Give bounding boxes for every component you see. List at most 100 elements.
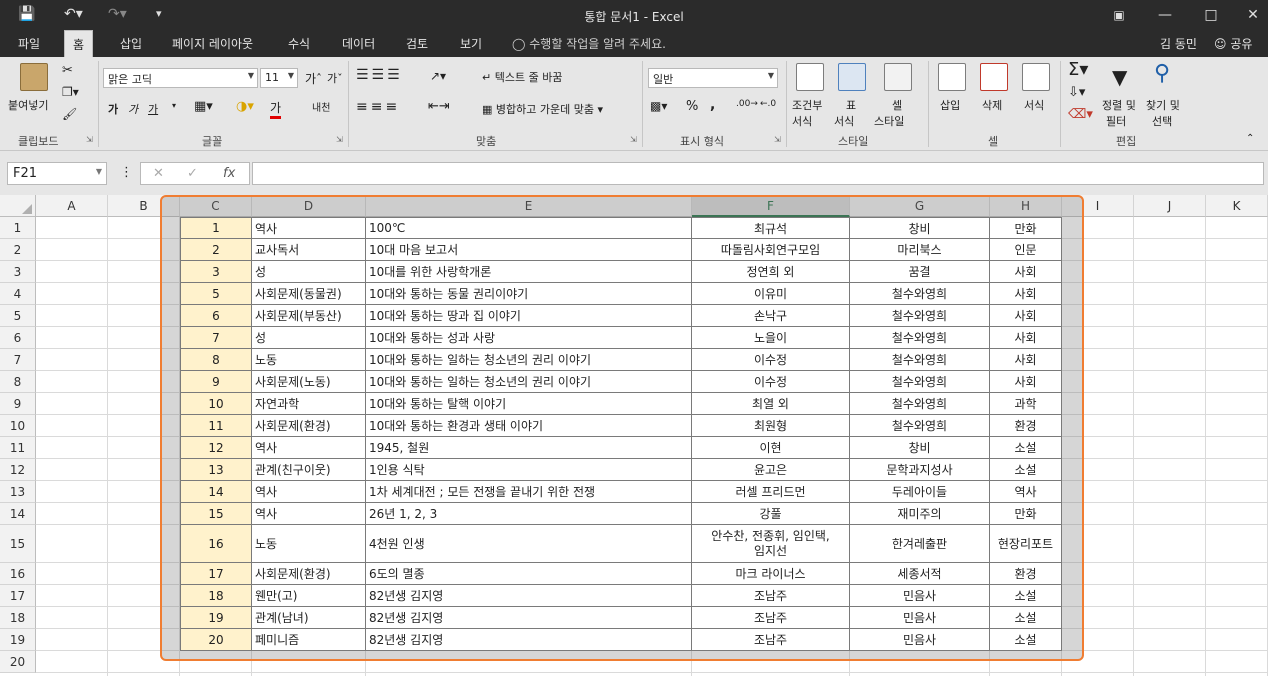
phonetic-guide-button[interactable]: 내천 bbox=[312, 99, 330, 114]
formula-input[interactable] bbox=[252, 162, 1264, 185]
cell-title[interactable]: 1945, 철원 bbox=[366, 437, 692, 459]
cell-publisher[interactable]: 철수와영희 bbox=[850, 393, 990, 415]
name-box[interactable]: F21 ▼ bbox=[7, 162, 107, 185]
underline-button[interactable]: 가 bbox=[148, 101, 158, 117]
cell-number[interactable]: 7 bbox=[180, 327, 252, 349]
format-cells-label[interactable]: 서식 bbox=[1024, 97, 1044, 113]
cell-author[interactable]: 이수정 bbox=[692, 349, 850, 371]
cell-number[interactable]: 10 bbox=[180, 393, 252, 415]
insert-cells-icon[interactable] bbox=[938, 63, 966, 91]
comma-icon[interactable]: , bbox=[710, 97, 715, 113]
cell-number[interactable]: 13 bbox=[180, 459, 252, 481]
column-header-f[interactable]: F bbox=[692, 195, 850, 217]
tab-view[interactable]: 보기 bbox=[460, 35, 482, 52]
row-header[interactable]: 16 bbox=[0, 563, 36, 585]
column-header-g[interactable]: G bbox=[850, 195, 990, 217]
cell-genre[interactable]: 소설 bbox=[990, 585, 1062, 607]
row-header[interactable]: 3 bbox=[0, 261, 36, 283]
cell-category[interactable]: 사회문제(환경) bbox=[252, 415, 366, 437]
cell-title[interactable]: 10대를 위한 사랑학개론 bbox=[366, 261, 692, 283]
cell-genre[interactable]: 소설 bbox=[990, 459, 1062, 481]
column-header-e[interactable]: E bbox=[366, 195, 692, 217]
find-select-label2[interactable]: 선택 bbox=[1152, 113, 1172, 129]
cell-styles-icon[interactable] bbox=[884, 63, 912, 91]
cell-author[interactable]: 이유미 bbox=[692, 283, 850, 305]
increase-decimal-icon[interactable]: .00→ bbox=[736, 99, 758, 109]
cell-publisher[interactable]: 재미주의 bbox=[850, 503, 990, 525]
row-header[interactable]: 7 bbox=[0, 349, 36, 371]
clipboard-launcher-icon[interactable]: ⇲ bbox=[86, 135, 93, 144]
cell-number[interactable]: 9 bbox=[180, 371, 252, 393]
conditional-formatting-label[interactable]: 조건부 bbox=[792, 97, 822, 113]
cell-genre[interactable]: 소설 bbox=[990, 607, 1062, 629]
cell-number[interactable]: 19 bbox=[180, 607, 252, 629]
column-header-i[interactable]: I bbox=[1062, 195, 1134, 217]
cell-category[interactable]: 사회문제(노동) bbox=[252, 371, 366, 393]
cell-publisher[interactable]: 철수와영희 bbox=[850, 349, 990, 371]
row-header[interactable]: 1 bbox=[0, 217, 36, 239]
cell-author[interactable]: 조남주 bbox=[692, 585, 850, 607]
cell-genre[interactable]: 사회 bbox=[990, 327, 1062, 349]
cell-title[interactable]: 4천원 인생 bbox=[366, 525, 692, 563]
column-header-k[interactable]: K bbox=[1206, 195, 1268, 217]
cell-publisher[interactable]: 철수와영희 bbox=[850, 371, 990, 393]
find-select-label[interactable]: 찾기 및 bbox=[1146, 97, 1180, 113]
cell-author[interactable]: 최원형 bbox=[692, 415, 850, 437]
cell-category[interactable]: 사회문제(환경) bbox=[252, 563, 366, 585]
cell-publisher[interactable]: 창비 bbox=[850, 217, 990, 239]
cell-genre[interactable]: 환경 bbox=[990, 415, 1062, 437]
row-header[interactable]: 20 bbox=[0, 651, 36, 673]
cell-title[interactable]: 10대 마음 보고서 bbox=[366, 239, 692, 261]
cell-author[interactable]: 손낙구 bbox=[692, 305, 850, 327]
cell-category[interactable]: 역사 bbox=[252, 481, 366, 503]
maximize-button[interactable]: □ bbox=[1196, 4, 1226, 26]
cell-number[interactable]: 1 bbox=[180, 217, 252, 239]
tab-file[interactable]: 파일 bbox=[18, 35, 40, 52]
cell-number[interactable]: 5 bbox=[180, 283, 252, 305]
cell-publisher[interactable]: 세종서적 bbox=[850, 563, 990, 585]
cell-genre[interactable]: 환경 bbox=[990, 563, 1062, 585]
cell-title[interactable]: 10대와 통하는 탈핵 이야기 bbox=[366, 393, 692, 415]
row-header[interactable]: 15 bbox=[0, 525, 36, 563]
insert-cells-label[interactable]: 삽입 bbox=[940, 97, 960, 113]
row-header[interactable]: 19 bbox=[0, 629, 36, 651]
cell-category[interactable]: 역사 bbox=[252, 217, 366, 239]
cell-category[interactable]: 관계(친구이웃) bbox=[252, 459, 366, 481]
minimize-button[interactable]: — bbox=[1150, 4, 1180, 26]
cell-genre[interactable]: 사회 bbox=[990, 283, 1062, 305]
cell-category[interactable]: 교사독서 bbox=[252, 239, 366, 261]
row-header[interactable]: 12 bbox=[0, 459, 36, 481]
cell-category[interactable]: 역사 bbox=[252, 437, 366, 459]
cell-number[interactable]: 8 bbox=[180, 349, 252, 371]
row-header[interactable]: 5 bbox=[0, 305, 36, 327]
cell-author[interactable]: 최열 외 bbox=[692, 393, 850, 415]
cell-category[interactable]: 관계(남녀) bbox=[252, 607, 366, 629]
insert-function-icon[interactable]: fx bbox=[223, 166, 235, 181]
row-header[interactable]: 8 bbox=[0, 371, 36, 393]
wrap-text-button[interactable]: ↵ 텍스트 줄 바꿈 bbox=[482, 69, 562, 85]
percent-icon[interactable]: % bbox=[686, 99, 698, 114]
italic-button[interactable]: 가 bbox=[128, 101, 138, 117]
cell-category[interactable]: 성 bbox=[252, 327, 366, 349]
cell-publisher[interactable]: 두레아이들 bbox=[850, 481, 990, 503]
close-button[interactable]: ✕ bbox=[1238, 4, 1268, 26]
cell-publisher[interactable]: 마리북스 bbox=[850, 239, 990, 261]
cell-author[interactable]: 마크 라이너스 bbox=[692, 563, 850, 585]
number-launcher-icon[interactable]: ⇲ bbox=[774, 135, 781, 144]
cell-publisher[interactable]: 민음사 bbox=[850, 607, 990, 629]
cell-category[interactable]: 성 bbox=[252, 261, 366, 283]
conditional-formatting-icon[interactable] bbox=[796, 63, 824, 91]
cell-title[interactable]: 10대와 통하는 일하는 청소년의 권리 이야기 bbox=[366, 349, 692, 371]
cell-category[interactable]: 페미니즘 bbox=[252, 629, 366, 651]
format-as-table-label2[interactable]: 서식 bbox=[834, 113, 854, 129]
enter-icon[interactable]: ✓ bbox=[187, 166, 198, 181]
cell-author[interactable]: 윤고은 bbox=[692, 459, 850, 481]
cell-category[interactable]: 노동 bbox=[252, 349, 366, 371]
merge-center-button[interactable]: ▦ 병합하고 가운데 맞춤 ▾ bbox=[482, 101, 603, 117]
cell-author[interactable]: 조남주 bbox=[692, 629, 850, 651]
column-header-d[interactable]: D bbox=[252, 195, 366, 217]
cell-number[interactable]: 15 bbox=[180, 503, 252, 525]
select-all-corner[interactable] bbox=[0, 195, 36, 217]
user-name[interactable]: 김 동민 bbox=[1160, 35, 1197, 52]
cell-publisher[interactable]: 철수와영희 bbox=[850, 415, 990, 437]
